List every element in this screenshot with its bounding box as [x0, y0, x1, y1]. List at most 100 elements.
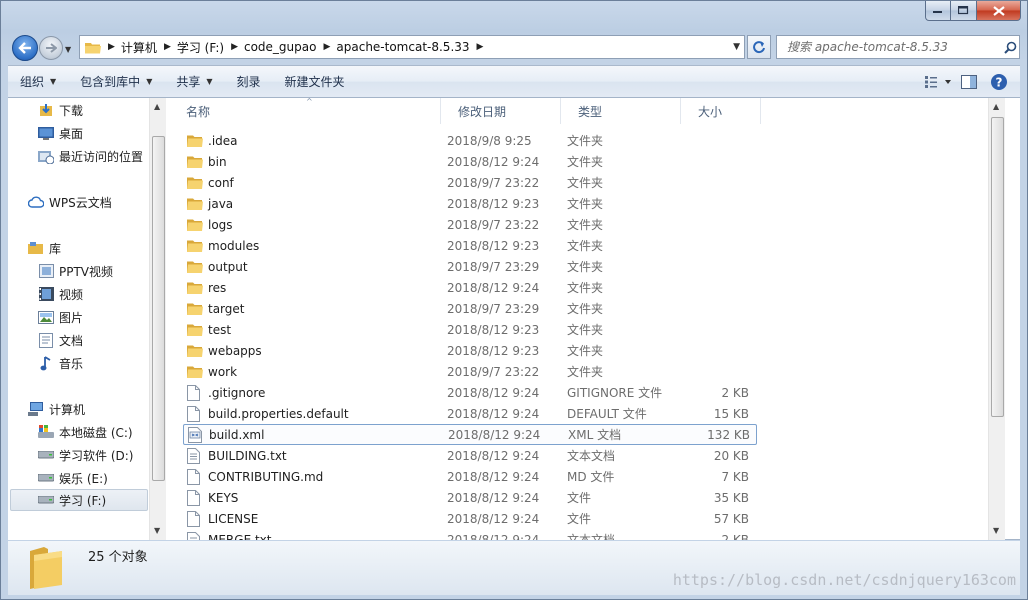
drive-icon: [38, 470, 54, 486]
scrollbar-thumb[interactable]: [152, 136, 165, 481]
column-header-size[interactable]: 大小: [681, 98, 761, 124]
nav-item-wps-cloud[interactable]: WPS云文档: [28, 191, 112, 213]
scroll-up-arrow[interactable]: ▲: [993, 102, 999, 111]
file-type: 文件夹: [567, 134, 604, 148]
scroll-down-arrow[interactable]: ▼: [993, 526, 999, 535]
minimize-button[interactable]: [925, 1, 951, 21]
file-row[interactable]: BUILDING.txt 2018/8/12 9:24 文本文档 20 KB: [183, 445, 757, 466]
nav-item-documents[interactable]: 文档: [38, 329, 83, 351]
back-button[interactable]: [12, 35, 38, 61]
breadcrumb-separator[interactable]: ▶: [108, 42, 115, 52]
file-size: 2 KB: [721, 532, 749, 541]
file-row[interactable]: work 2018/9/7 23:22 文件夹: [183, 361, 757, 382]
scrollbar-thumb[interactable]: [991, 117, 1004, 417]
scroll-up-arrow[interactable]: ▲: [154, 102, 160, 111]
file-date: 2018/9/8 9:25: [447, 133, 532, 148]
file-list-scrollbar[interactable]: ▲ ▼: [988, 98, 1005, 540]
scroll-down-arrow[interactable]: ▼: [154, 526, 160, 535]
search-input[interactable]: [777, 37, 1001, 57]
file-name-cell: .gitignore: [183, 384, 441, 401]
breadcrumb: ▶ 计算机 ▶ 学习 (F:) ▶ code_gupao ▶ apache-to…: [101, 39, 489, 56]
share-menu[interactable]: 共享 ▼: [164, 66, 224, 97]
file-row[interactable]: .idea 2018/9/8 9:25 文件夹: [183, 130, 757, 151]
view-options-button[interactable]: [924, 69, 954, 95]
file-row[interactable]: KEYS 2018/8/12 9:24 文件 35 KB: [183, 487, 757, 508]
file-row[interactable]: CONTRIBUTING.md 2018/8/12 9:24 MD 文件 7 KB: [183, 466, 757, 487]
file-row[interactable]: build.properties.default 2018/8/12 9:24 DE…: [183, 403, 757, 424]
file-name: LICENSE: [208, 511, 259, 526]
file-row[interactable]: webapps 2018/8/12 9:23 文件夹: [183, 340, 757, 361]
file-size: 35 KB: [713, 490, 749, 505]
file-row[interactable]: .gitignore 2018/8/12 9:24 GITIGNORE 文件 2 KB: [183, 382, 757, 403]
file-row[interactable]: build.xml 2018/8/12 9:24 XML 文档 132 KB: [183, 424, 757, 445]
file-row[interactable]: target 2018/9/7 23:29 文件夹: [183, 298, 757, 319]
recent-pages-dropdown[interactable]: ▼: [65, 45, 71, 54]
forward-button[interactable]: [39, 36, 63, 60]
close-button[interactable]: [977, 1, 1021, 21]
file-date: 2018/8/12 9:24: [447, 448, 540, 463]
nav-item-recent-places[interactable]: 最近访问的位置: [38, 145, 143, 167]
search-icon[interactable]: [1001, 41, 1019, 54]
burn-button[interactable]: 刻录: [225, 66, 273, 97]
file-row[interactable]: conf 2018/9/7 23:22 文件夹: [183, 172, 757, 193]
column-header-type[interactable]: 类型: [561, 98, 681, 124]
nav-item-music[interactable]: 音乐: [38, 352, 83, 374]
column-header-label: 名称: [186, 104, 211, 119]
file-row[interactable]: output 2018/9/7 23:29 文件夹: [183, 256, 757, 277]
preview-pane-button[interactable]: [954, 69, 984, 95]
breadcrumb-separator[interactable]: ▶: [231, 42, 238, 52]
file-row[interactable]: MERGE.txt 2018/8/12 9:24 文本文档 2 KB: [183, 529, 757, 540]
breadcrumb-tomcat[interactable]: apache-tomcat-8.5.33: [336, 40, 469, 54]
caption-buttons: [925, 1, 1021, 21]
toolbar-right-group: ?: [924, 66, 1014, 97]
navigation-scrollbar[interactable]: ▲ ▼: [149, 98, 166, 540]
maximize-button[interactable]: [951, 1, 977, 21]
file-row[interactable]: LICENSE 2018/8/12 9:24 文件 57 KB: [183, 508, 757, 529]
breadcrumb-separator[interactable]: ▶: [323, 42, 330, 52]
file-row[interactable]: java 2018/8/12 9:23 文件夹: [183, 193, 757, 214]
help-button[interactable]: ?: [984, 69, 1014, 95]
refresh-button[interactable]: [747, 35, 771, 59]
file-name: modules: [208, 238, 260, 253]
file-row[interactable]: res 2018/8/12 9:24 文件夹: [183, 277, 757, 298]
file-row[interactable]: modules 2018/8/12 9:23 文件夹: [183, 235, 757, 256]
folder-icon: [187, 259, 203, 275]
file-date: 2018/9/7 23:22: [447, 217, 540, 232]
file-name-cell: test: [183, 322, 441, 338]
file-date: 2018/9/7 23:29: [447, 259, 540, 274]
maximize-icon: [958, 6, 969, 15]
column-header-name[interactable]: 名称: [169, 98, 441, 124]
nav-item-pictures[interactable]: 图片: [38, 306, 83, 328]
nav-item-computer[interactable]: 计算机: [28, 398, 85, 420]
address-bar[interactable]: ▶ 计算机 ▶ 学习 (F:) ▶ code_gupao ▶ apache-to…: [79, 35, 745, 59]
breadcrumb-separator[interactable]: ▶: [164, 42, 171, 52]
nav-item-drive-d[interactable]: 学习软件 (D:): [38, 444, 133, 466]
folder-icon: [187, 301, 203, 317]
file-date: 2018/9/7 23:29: [447, 301, 540, 316]
breadcrumb-separator[interactable]: ▶: [477, 42, 484, 52]
file-row[interactable]: test 2018/8/12 9:23 文件夹: [183, 319, 757, 340]
nav-item-drive-c[interactable]: 本地磁盘 (C:): [38, 421, 133, 443]
address-history-dropdown[interactable]: ▼: [733, 42, 740, 52]
folder-icon: [187, 280, 203, 296]
file-date: 2018/8/12 9:24: [447, 511, 540, 526]
nav-item-downloads[interactable]: 下载: [38, 99, 83, 121]
breadcrumb-code-gupao[interactable]: code_gupao: [244, 40, 316, 54]
breadcrumb-drive-f[interactable]: 学习 (F:): [177, 39, 224, 56]
breadcrumb-computer[interactable]: 计算机: [121, 39, 157, 56]
file-type: 文件夹: [567, 365, 604, 379]
include-in-library-menu[interactable]: 包含到库中 ▼: [68, 66, 164, 97]
file-row[interactable]: logs 2018/9/7 23:22 文件夹: [183, 214, 757, 235]
new-folder-button[interactable]: 新建文件夹: [273, 66, 357, 97]
file-name: .idea: [208, 133, 238, 148]
nav-item-drive-f[interactable]: 学习 (F:): [10, 489, 148, 511]
nav-item-videos[interactable]: 视频: [38, 283, 83, 305]
nav-item-libraries[interactable]: 库: [28, 237, 61, 259]
nav-item-drive-e[interactable]: 娱乐 (E:): [38, 467, 108, 489]
organize-menu[interactable]: 组织 ▼: [8, 66, 68, 97]
column-header-date[interactable]: 修改日期: [441, 98, 561, 124]
file-row[interactable]: bin 2018/8/12 9:24 文件夹: [183, 151, 757, 172]
file-name-cell: BUILDING.txt: [183, 447, 441, 464]
nav-item-pptv-video[interactable]: PPTV视频: [38, 260, 113, 282]
nav-item-desktop[interactable]: 桌面: [38, 122, 83, 144]
